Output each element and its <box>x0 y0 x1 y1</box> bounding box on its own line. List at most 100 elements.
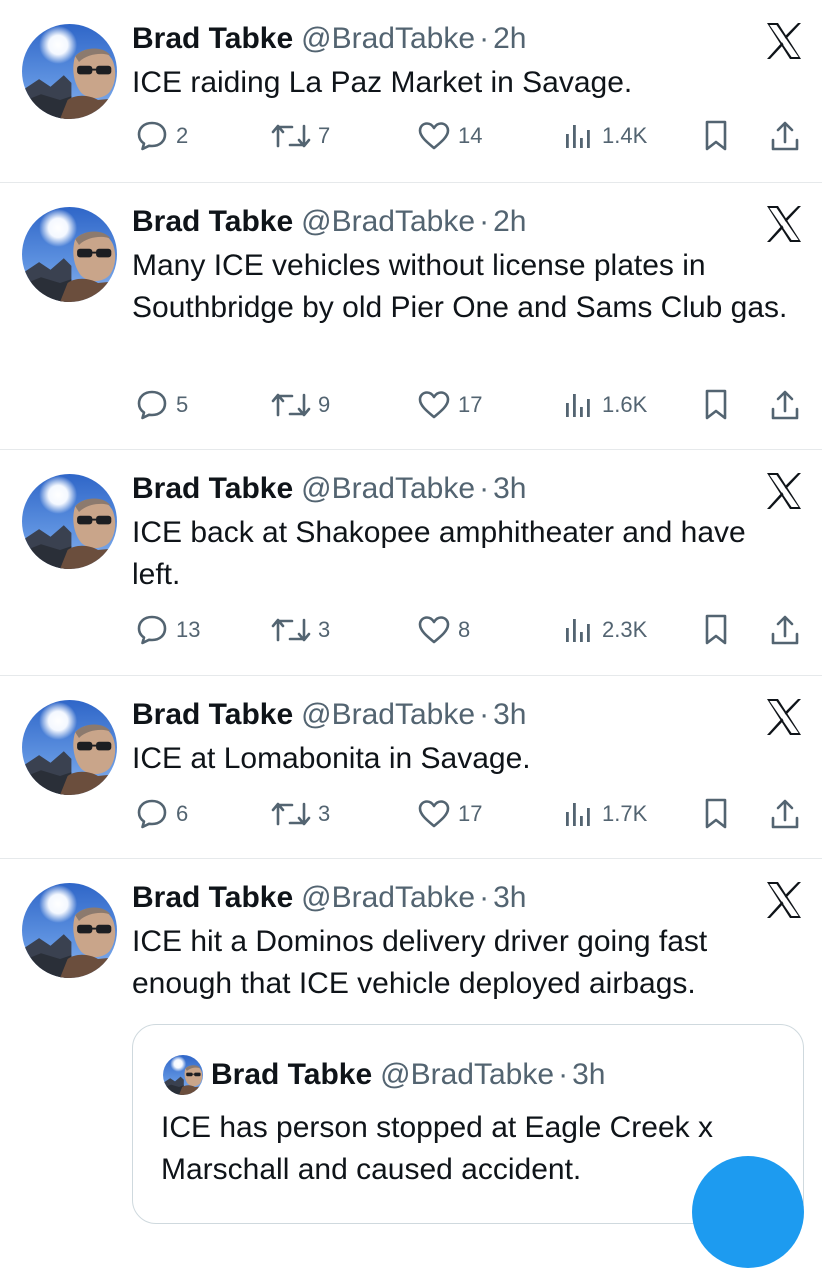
timestamp[interactable]: 2h <box>493 205 526 238</box>
separator-dot: · <box>479 472 490 505</box>
x-logo-icon <box>764 881 804 919</box>
view-count: 2.3K <box>602 617 648 642</box>
separator-dot: · <box>479 881 490 914</box>
tweet-text: ICE back at Shakopee amphitheater and ha… <box>132 516 746 591</box>
avatar[interactable] <box>22 207 117 302</box>
x-logo-icon <box>764 205 804 243</box>
retweet-arrows-icon <box>271 618 311 642</box>
separator-dot: · <box>479 205 490 238</box>
share-upload-icon <box>771 799 799 829</box>
view-count: 1.6K <box>602 392 648 417</box>
timestamp[interactable]: 3h <box>493 698 526 731</box>
heart-icon <box>418 800 450 828</box>
reply-button[interactable]: 6 <box>134 794 188 834</box>
user-handle[interactable]: @BradTabke <box>301 205 475 238</box>
display-name[interactable]: Brad Tabke <box>132 881 293 914</box>
share-button[interactable] <box>768 794 802 834</box>
action-bar: 5 9 17 1.6K <box>132 385 804 425</box>
tweet-header: Brad Tabke @BradTabke · 3h <box>132 695 526 735</box>
bar-chart-icon <box>566 125 590 148</box>
retweet-button[interactable]: 3 <box>270 794 330 834</box>
speech-bubble-icon <box>137 121 167 151</box>
like-button[interactable]: 17 <box>416 385 482 425</box>
quote-timestamp: 3h <box>572 1058 606 1091</box>
retweet-button[interactable]: 3 <box>270 610 330 650</box>
timestamp[interactable]: 2h <box>493 22 526 55</box>
like-button[interactable]: 14 <box>416 116 482 156</box>
speech-bubble-icon <box>137 390 167 420</box>
bookmark-button[interactable] <box>700 610 732 650</box>
share-button[interactable] <box>768 385 802 425</box>
share-button[interactable] <box>768 116 802 156</box>
tweet-4[interactable]: Brad Tabke @BradTabke · 3h ICE at Lomabonit… <box>0 676 822 859</box>
avatar[interactable] <box>22 474 117 569</box>
bookmark-button[interactable] <box>700 116 732 156</box>
compose-post-button[interactable] <box>692 1156 804 1268</box>
user-handle[interactable]: @BradTabke <box>301 22 475 55</box>
avatar[interactable] <box>22 24 117 119</box>
share-upload-icon <box>771 390 799 420</box>
like-button[interactable]: 8 <box>416 610 470 650</box>
action-bar: 6 3 17 1.7K <box>132 794 804 834</box>
reply-count: 13 <box>176 617 201 642</box>
like-count: 17 <box>458 392 483 417</box>
share-upload-icon <box>771 121 799 151</box>
share-upload-icon <box>771 615 799 645</box>
bookmark-icon <box>705 389 727 420</box>
user-handle[interactable]: @BradTabke <box>301 472 475 505</box>
view-count: 1.7K <box>602 801 648 826</box>
tweet-1[interactable]: Brad Tabke @BradTabke · 2h ICE raiding La P… <box>0 0 822 183</box>
share-button[interactable] <box>768 610 802 650</box>
retweet-count: 3 <box>318 801 331 826</box>
bookmark-button[interactable] <box>700 794 732 834</box>
bookmark-icon <box>705 614 727 645</box>
like-button[interactable]: 17 <box>416 794 482 834</box>
like-count: 14 <box>458 123 483 148</box>
bookmark-button[interactable] <box>700 385 732 425</box>
retweet-arrows-icon <box>271 124 311 148</box>
reply-button[interactable]: 2 <box>134 116 188 156</box>
action-bar: 13 3 8 2.3K <box>132 610 804 650</box>
bar-chart-icon <box>566 619 590 642</box>
quote-avatar <box>163 1055 203 1095</box>
display-name[interactable]: Brad Tabke <box>132 205 293 238</box>
action-bar: 2 7 14 1.4K <box>132 116 804 156</box>
retweet-button[interactable]: 7 <box>270 116 330 156</box>
retweet-count: 9 <box>318 392 331 417</box>
speech-bubble-icon <box>137 615 167 645</box>
display-name[interactable]: Brad Tabke <box>132 22 293 55</box>
view-count: 1.4K <box>602 123 648 148</box>
views-button[interactable]: 1.7K <box>560 794 647 834</box>
tweet-header: Brad Tabke @BradTabke · 2h <box>132 19 526 59</box>
tweet-text: ICE at Lomabonita in Savage. <box>132 742 531 775</box>
avatar[interactable] <box>22 700 117 795</box>
quote-separator-dot: · <box>558 1058 569 1091</box>
display-name[interactable]: Brad Tabke <box>132 698 293 731</box>
user-handle[interactable]: @BradTabke <box>301 881 475 914</box>
tweet-text: ICE raiding La Paz Market in Savage. <box>132 66 633 99</box>
display-name[interactable]: Brad Tabke <box>132 472 293 505</box>
bar-chart-icon <box>566 803 590 826</box>
timestamp[interactable]: 3h <box>493 472 526 505</box>
tweet-3[interactable]: Brad Tabke @BradTabke · 3h ICE back at Shak… <box>0 450 822 676</box>
quote-header: Brad Tabke @BradTabke · 3h <box>211 1055 605 1095</box>
reply-button[interactable]: 5 <box>134 385 188 425</box>
quote-text: ICE has person stopped at Eagle Creek x … <box>161 1111 713 1186</box>
quote-display-name: Brad Tabke <box>211 1058 373 1091</box>
views-button[interactable]: 2.3K <box>560 610 647 650</box>
reply-button[interactable]: 13 <box>134 610 200 650</box>
timestamp[interactable]: 3h <box>493 881 526 914</box>
retweet-count: 7 <box>318 123 331 148</box>
views-button[interactable]: 1.4K <box>560 116 647 156</box>
reply-count: 2 <box>176 123 189 148</box>
user-handle[interactable]: @BradTabke <box>301 698 475 731</box>
views-button[interactable]: 1.6K <box>560 385 647 425</box>
retweet-button[interactable]: 9 <box>270 385 330 425</box>
separator-dot: · <box>479 698 490 731</box>
retweet-arrows-icon <box>271 802 311 826</box>
tweet-header: Brad Tabke @BradTabke · 3h <box>132 469 526 509</box>
tweet-2[interactable]: Brad Tabke @BradTabke · 2h Many ICE vehicle… <box>0 183 822 450</box>
heart-icon <box>418 122 450 150</box>
avatar[interactable] <box>22 883 117 978</box>
bookmark-icon <box>705 798 727 829</box>
